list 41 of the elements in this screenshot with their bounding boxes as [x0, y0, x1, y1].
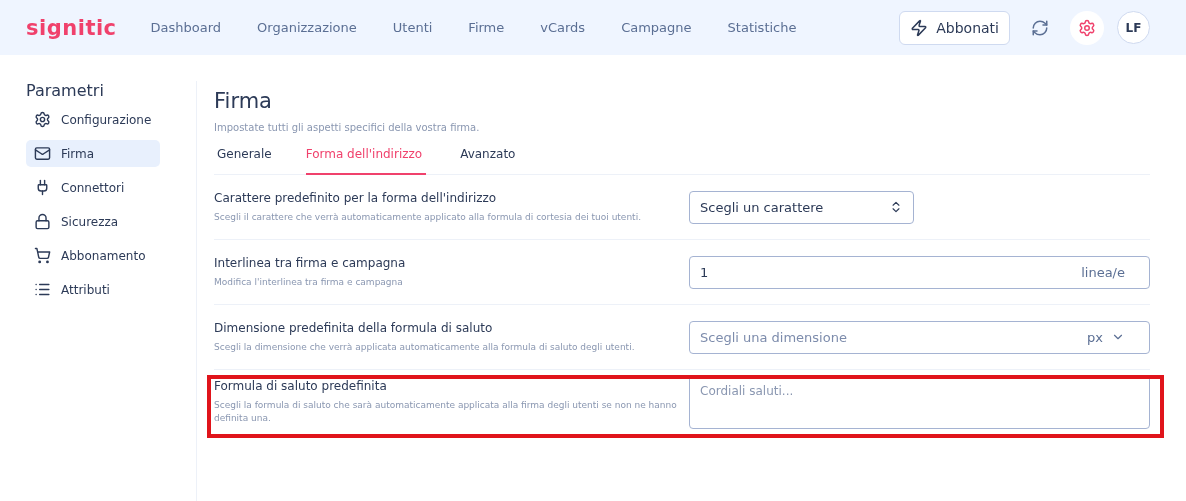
- sidebar-item[interactable]: Attributi: [26, 276, 160, 303]
- gear-icon: [34, 111, 51, 128]
- list-icon: [34, 281, 51, 298]
- setting-label: Dimensione predefinita della formula di saluto: [214, 320, 494, 335]
- nav-link[interactable]: vCards: [540, 20, 586, 35]
- nav-link[interactable]: Statistiche: [727, 20, 797, 35]
- sidebar-item[interactable]: Sicurezza: [26, 208, 160, 235]
- sidebar-item[interactable]: Firma: [26, 140, 160, 167]
- setting-description: Scegli il carattere che verrà automaticamente applicato alla formula di cortesia dei tuoi utenti.: [214, 210, 642, 224]
- subscribe-button[interactable]: Abbonati: [899, 10, 1010, 45]
- size-select[interactable]: Scegli una dimensione px: [689, 320, 1150, 354]
- sidebar-item[interactable]: Configurazione: [26, 106, 160, 133]
- page-subtitle: Impostate tutti gli aspetti specifici della vostra firma.: [214, 122, 481, 133]
- envelope-icon: [34, 145, 51, 162]
- nav-link[interactable]: Utenti: [392, 20, 433, 35]
- nav-link[interactable]: Campagne: [621, 20, 692, 35]
- page-title: Firma: [214, 89, 273, 113]
- font-select[interactable]: Scegli un carattere: [689, 190, 914, 224]
- settings-icon: [1078, 18, 1096, 37]
- tab[interactable]: Avanzato: [460, 147, 516, 175]
- sidebar-item[interactable]: Connettori: [26, 174, 160, 201]
- tab[interactable]: Forma dell'indirizzo: [305, 147, 427, 175]
- setting-description: Scegli la formula di saluto che sarà automaticamente applicata alla firma degli utenti se non ne hanno definita una.: [214, 399, 678, 425]
- nav-link[interactable]: Firme: [468, 20, 505, 35]
- refresh-icon: [1031, 18, 1049, 37]
- setting-label: Formula di saluto predefinita: [214, 379, 388, 394]
- settings-button[interactable]: [1070, 10, 1104, 45]
- setting-description: Modifica l'interlinea tra firma e campagna: [214, 275, 404, 289]
- user-avatar[interactable]: LF: [1117, 11, 1150, 44]
- line-spacing-field[interactable]: 1 linea/e: [689, 255, 1150, 289]
- setting-description: Scegli la dimensione che verrà applicata automaticamente alla formula di saluto degli utenti.: [214, 340, 636, 354]
- nav-link[interactable]: Dashboard: [150, 20, 222, 35]
- tab[interactable]: Generale: [217, 147, 272, 175]
- nav-link[interactable]: Organizzazione: [257, 20, 357, 35]
- cart-icon: [34, 247, 51, 264]
- sidebar-item[interactable]: Abbonamento: [26, 242, 160, 269]
- lightning-icon: [910, 18, 929, 37]
- sidebar-title: Parametri: [26, 81, 105, 100]
- lock-icon: [34, 213, 51, 230]
- setting-label: Carattere predefinito per la forma dell'indirizzo: [214, 190, 498, 205]
- setting-label: Interlinea tra firma e campagna: [214, 255, 407, 270]
